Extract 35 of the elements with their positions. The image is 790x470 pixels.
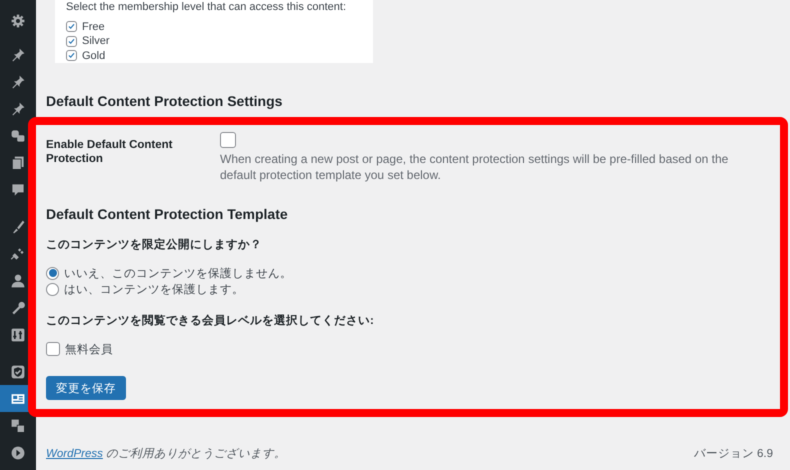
section-title: Default Content Protection Settings bbox=[46, 93, 284, 109]
option-label: いいえ、このコンテンツを保護しません。 bbox=[64, 266, 292, 280]
checkbox[interactable] bbox=[66, 21, 77, 32]
shield-check-icon bbox=[10, 364, 26, 380]
protect-question: このコンテンツを限定公開にしますか？ bbox=[46, 237, 263, 252]
comment-icon bbox=[10, 182, 26, 198]
level-label: 無料会員 bbox=[65, 342, 113, 356]
level-label: Silver bbox=[82, 35, 110, 48]
level-label: Free bbox=[82, 20, 105, 33]
play-icon bbox=[10, 444, 26, 460]
checkbox[interactable] bbox=[66, 36, 77, 47]
version-text: バージョン 6.9 bbox=[694, 447, 773, 461]
checkbox[interactable] bbox=[66, 50, 77, 62]
setting-label: Enable Default Content Protection bbox=[46, 138, 174, 167]
checkbox[interactable] bbox=[46, 342, 60, 356]
setting-description: When creating a new post or page, the content protection settings will be pre-filled based on the default protection template you set below. bbox=[220, 151, 730, 183]
plug-icon bbox=[10, 246, 26, 262]
levels-prompt: このコンテンツを閲覧できる会員レベルを選択してください: bbox=[46, 314, 375, 328]
pin-icon bbox=[10, 74, 26, 90]
option-label: はい、コンテンツを保護します。 bbox=[64, 282, 244, 296]
pages-icon bbox=[10, 154, 26, 170]
access-prompt: Select the membership level that can access this content: bbox=[66, 1, 348, 14]
radio-button[interactable] bbox=[46, 282, 59, 296]
pin-icon bbox=[10, 100, 26, 116]
radio-button[interactable] bbox=[46, 266, 59, 280]
pin-icon bbox=[10, 46, 26, 62]
gear-icon bbox=[10, 12, 26, 28]
user-icon bbox=[10, 272, 26, 288]
level-label: Gold bbox=[82, 50, 106, 62]
wordpress-link[interactable]: WordPress bbox=[46, 448, 103, 460]
sliders-icon bbox=[10, 326, 26, 342]
footer-text: WordPress のご利用ありがとうございます。 bbox=[46, 446, 286, 461]
checkbox[interactable] bbox=[220, 132, 236, 148]
save-button[interactable]: 変更を保存 bbox=[46, 376, 126, 400]
template-title: Default Content Protection Template bbox=[46, 206, 289, 222]
